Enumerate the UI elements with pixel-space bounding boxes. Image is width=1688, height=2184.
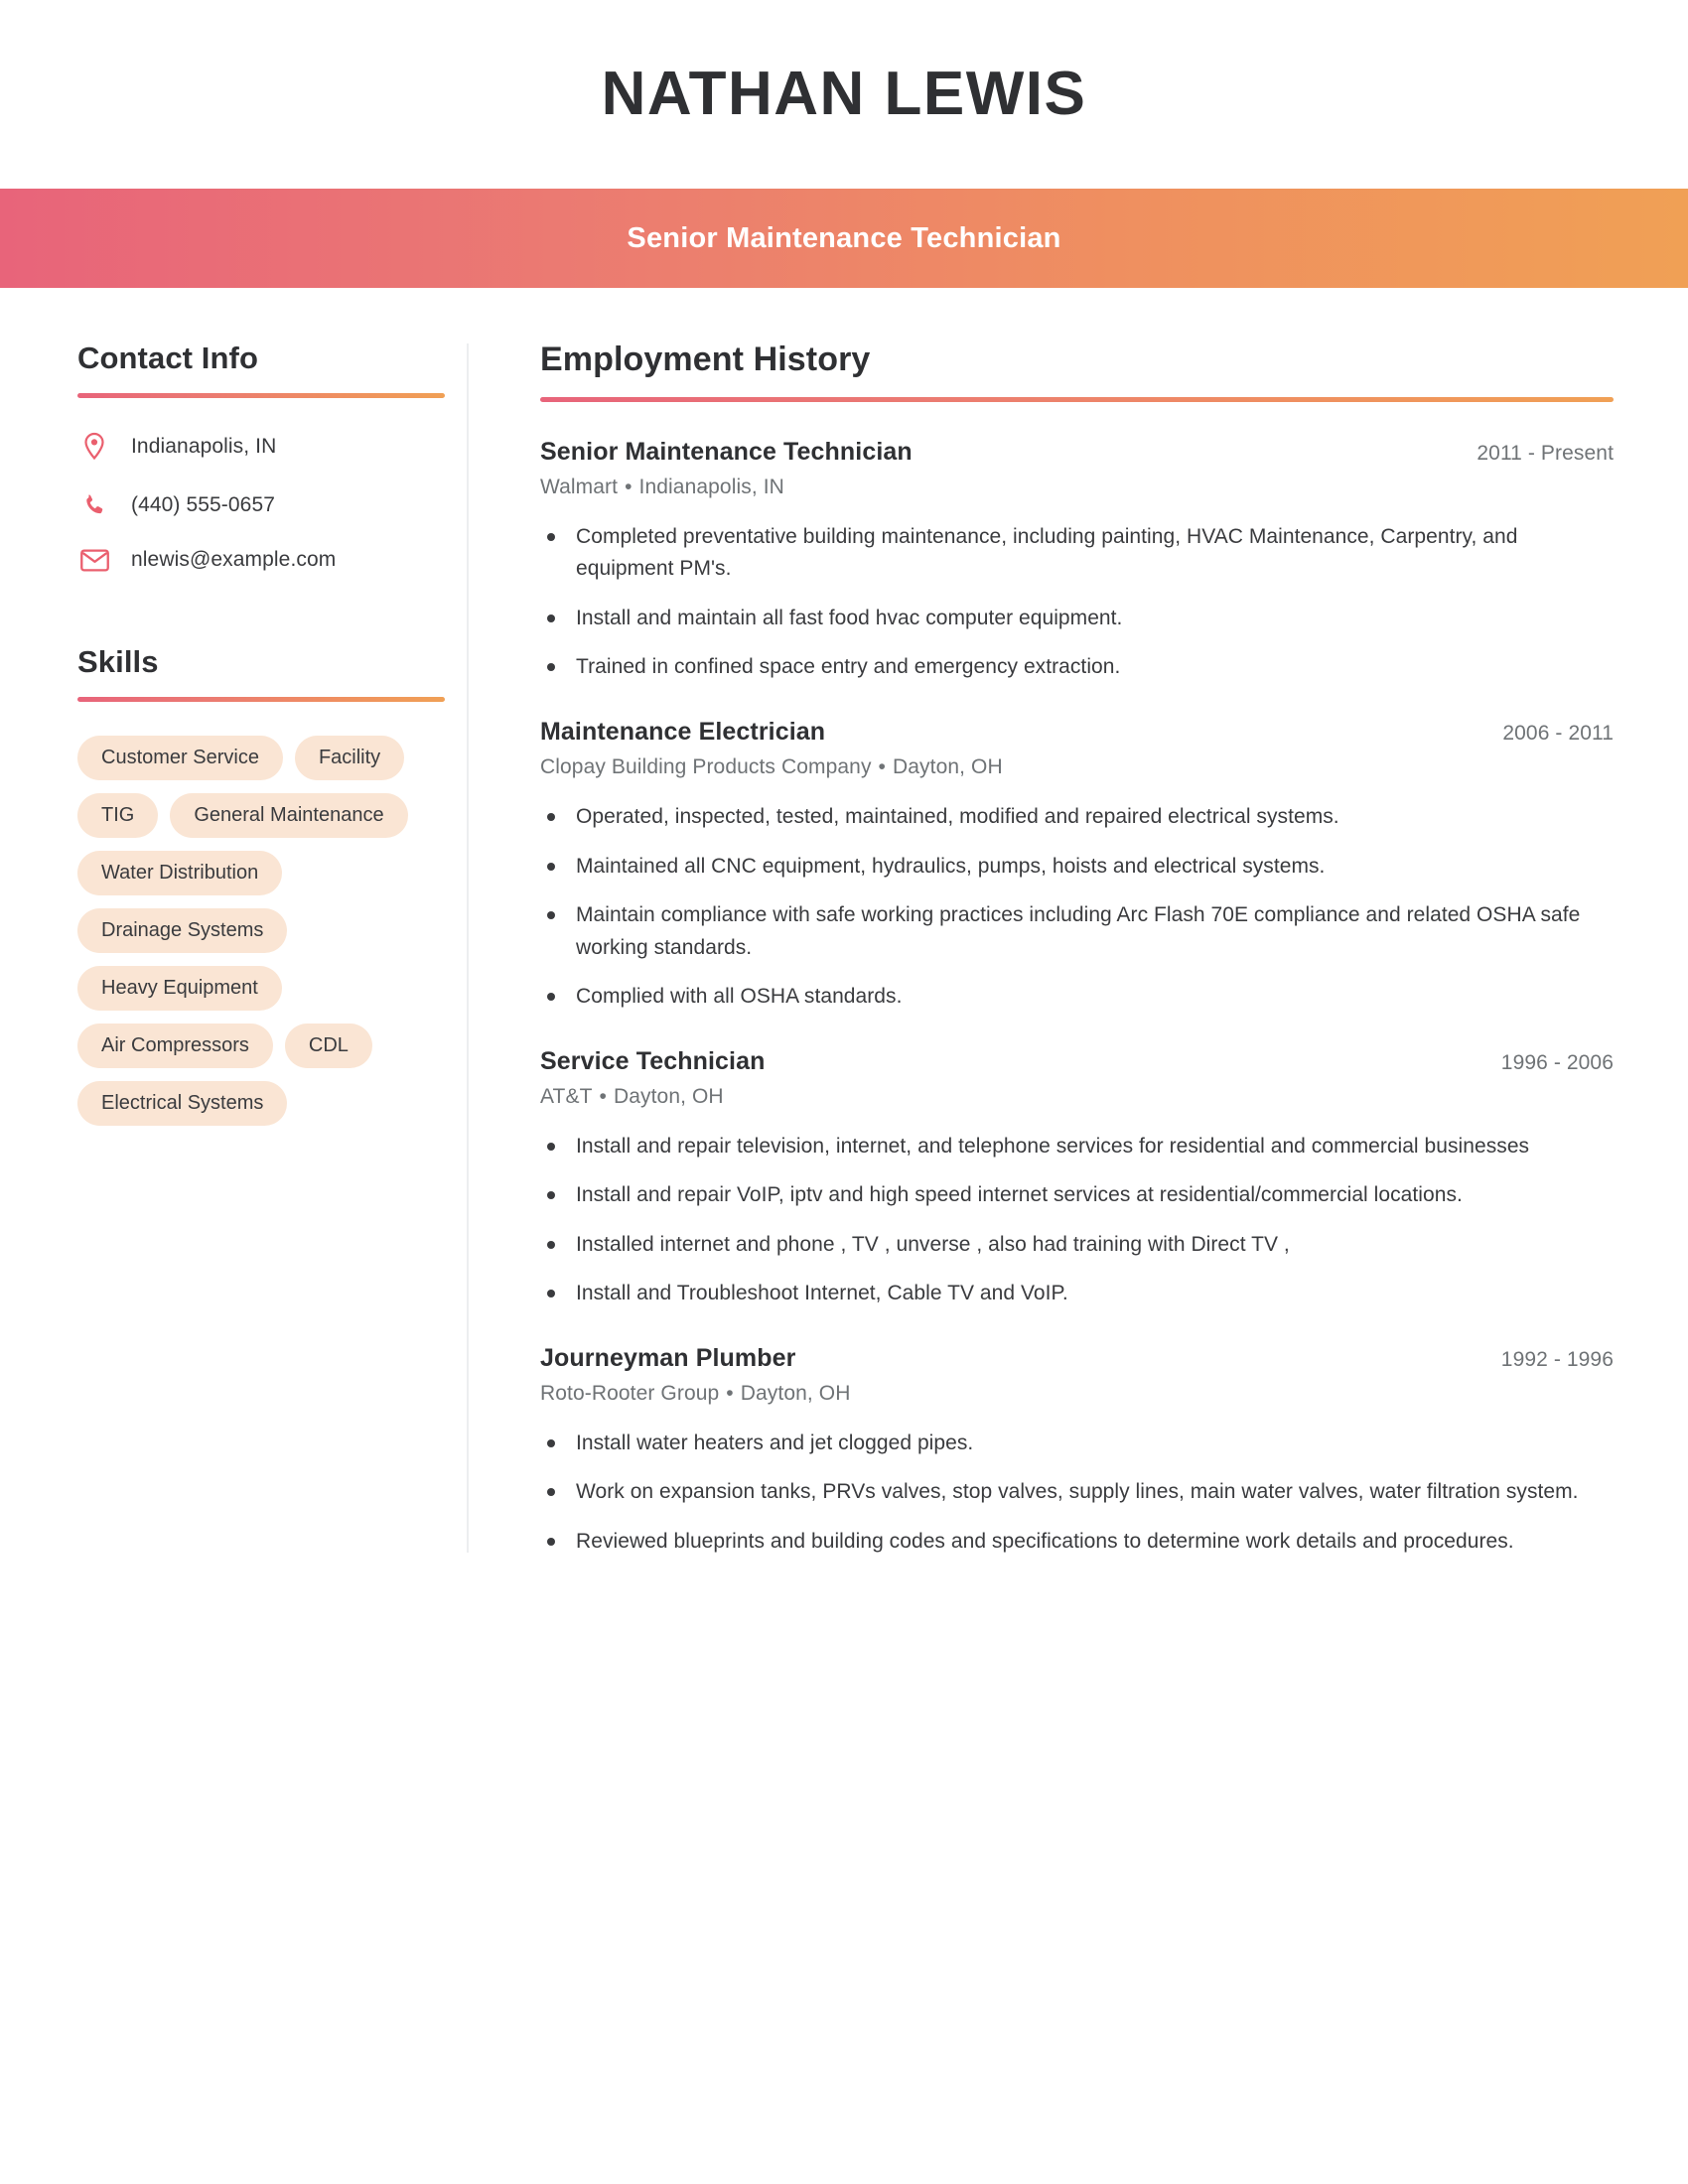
skills-heading: Skills: [77, 644, 159, 680]
job-location: Dayton, OH: [893, 754, 1003, 778]
sidebar: Contact Info Indianapolis, IN (440) 555-…: [0, 340, 467, 1127]
job-dates: 2011 - Present: [1477, 441, 1614, 465]
job-entry: Maintenance Electrician 2006 - 2011 Clop…: [540, 718, 1614, 1014]
phone-icon: [77, 491, 111, 518]
job-bullet: Work on expansion tanks, PRVs valves, st…: [540, 1476, 1614, 1509]
meta-separator: •: [726, 1381, 734, 1405]
job-company: Roto-Rooter Group: [540, 1381, 720, 1405]
job-header: Service Technician 1996 - 2006: [540, 1047, 1614, 1076]
job-header: Maintenance Electrician 2006 - 2011: [540, 718, 1614, 747]
skill-tag[interactable]: Electrical Systems: [77, 1081, 288, 1127]
contact-item-location[interactable]: Indianapolis, IN: [77, 432, 445, 462]
job-dates: 1996 - 2006: [1500, 1050, 1614, 1074]
job-header: Journeyman Plumber 1992 - 1996: [540, 1344, 1614, 1373]
job-list: Senior Maintenance Technician 2011 - Pre…: [540, 438, 1614, 1559]
employment-history-heading: Employment History: [540, 341, 871, 378]
skill-tag[interactable]: Customer Service: [77, 736, 283, 781]
job-title: Maintenance Electrician: [540, 717, 826, 746]
resume-page: NATHAN LEWIS Senior Maintenance Technici…: [0, 0, 1688, 2184]
job-bullet: Maintained all CNC equipment, hydraulics…: [540, 851, 1614, 884]
meta-separator: •: [878, 754, 886, 778]
page-title: NATHAN LEWIS: [601, 60, 1087, 128]
header-name-area: NATHAN LEWIS: [0, 0, 1688, 189]
job-meta: Clopay Building Products Company • Dayton,…: [540, 755, 1614, 779]
skill-tag[interactable]: Heavy Equipment: [77, 966, 282, 1012]
skill-tag[interactable]: CDL: [284, 1024, 372, 1069]
job-bullet-list: Completed preventative building maintena…: [540, 521, 1614, 684]
contact-phone-value: (440) 555-0657: [131, 492, 276, 516]
skill-tag[interactable]: General Maintenance: [170, 793, 408, 839]
contact-section: Contact Info Indianapolis, IN (440) 555-…: [77, 340, 445, 572]
meta-separator: •: [599, 1084, 607, 1108]
job-company: Clopay Building Products Company: [540, 754, 872, 778]
job-bullet: Install and repair VoIP, iptv and high s…: [540, 1179, 1614, 1212]
header-job-title: Senior Maintenance Technician: [627, 221, 1061, 254]
header-title-bar: Senior Maintenance Technician: [0, 189, 1688, 288]
job-bullet-list: Operated, inspected, tested, maintained,…: [540, 801, 1614, 1014]
job-bullet-list: Install water heaters and jet clogged pi…: [540, 1428, 1614, 1559]
contact-item-phone[interactable]: (440) 555-0657: [77, 491, 445, 518]
job-bullet-list: Install and repair television, internet,…: [540, 1131, 1614, 1310]
contact-heading: Contact Info: [77, 341, 259, 375]
skill-tag[interactable]: Air Compressors: [77, 1024, 273, 1069]
job-bullet: Maintain compliance with safe working pr…: [540, 899, 1614, 964]
meta-separator: •: [625, 475, 633, 498]
resume-body: Contact Info Indianapolis, IN (440) 555-…: [0, 288, 1688, 1592]
job-company: Walmart: [540, 475, 619, 498]
job-meta: Walmart • Indianapolis, IN: [540, 476, 1614, 499]
job-meta: Roto-Rooter Group • Dayton, OH: [540, 1382, 1614, 1406]
job-bullet: Installed internet and phone , TV , unve…: [540, 1229, 1614, 1262]
job-title: Journeyman Plumber: [540, 1343, 796, 1372]
skill-tag[interactable]: TIG: [77, 793, 159, 839]
job-location: Indianapolis, IN: [638, 475, 784, 498]
job-title: Service Technician: [540, 1046, 766, 1075]
job-bullet: Reviewed blueprints and building codes a…: [540, 1526, 1614, 1559]
job-header: Senior Maintenance Technician 2011 - Pre…: [540, 438, 1614, 467]
skills-section: Skills Customer Service Facility TIG Gen…: [77, 643, 445, 1127]
skill-tag[interactable]: Facility: [294, 736, 405, 781]
job-bullet: Install and maintain all fast food hvac …: [540, 603, 1614, 635]
job-company: AT&T: [540, 1084, 593, 1108]
contact-heading-rule: [77, 393, 445, 399]
job-entry: Senior Maintenance Technician 2011 - Pre…: [540, 438, 1614, 684]
job-location: Dayton, OH: [740, 1381, 851, 1405]
job-location: Dayton, OH: [613, 1084, 724, 1108]
job-dates: 2006 - 2011: [1502, 721, 1614, 745]
job-bullet: Install and repair television, internet,…: [540, 1131, 1614, 1163]
job-title: Senior Maintenance Technician: [540, 437, 913, 466]
job-bullet: Completed preventative building maintena…: [540, 521, 1614, 586]
job-meta: AT&T • Dayton, OH: [540, 1085, 1614, 1109]
location-pin-icon: [77, 432, 111, 462]
employment-heading-rule: [540, 396, 1614, 402]
job-bullet: Install and Troubleshoot Internet, Cable…: [540, 1278, 1614, 1310]
job-bullet: Complied with all OSHA standards.: [540, 981, 1614, 1014]
job-bullet: Trained in confined space entry and emer…: [540, 651, 1614, 684]
contact-list: Indianapolis, IN (440) 555-0657 nlewis@e…: [77, 432, 445, 572]
main-column: Employment History Senior Maintenance Te…: [469, 340, 1688, 1592]
contact-location-value: Indianapolis, IN: [131, 435, 277, 459]
job-bullet: Operated, inspected, tested, maintained,…: [540, 801, 1614, 834]
job-entry: Journeyman Plumber 1992 - 1996 Roto-Root…: [540, 1344, 1614, 1559]
skills-heading-rule: [77, 697, 445, 703]
skill-tag[interactable]: Drainage Systems: [77, 908, 288, 954]
skill-tag-list: Customer Service Facility TIG General Ma…: [77, 736, 445, 1127]
job-dates: 1992 - 1996: [1500, 1347, 1614, 1371]
envelope-icon: [77, 549, 111, 572]
job-entry: Service Technician 1996 - 2006 AT&T • Dayt…: [540, 1047, 1614, 1310]
job-bullet: Install water heaters and jet clogged pi…: [540, 1428, 1614, 1460]
contact-item-email[interactable]: nlewis@example.com: [77, 548, 445, 572]
contact-email-value: nlewis@example.com: [131, 548, 337, 572]
skill-tag[interactable]: Water Distribution: [77, 851, 283, 896]
